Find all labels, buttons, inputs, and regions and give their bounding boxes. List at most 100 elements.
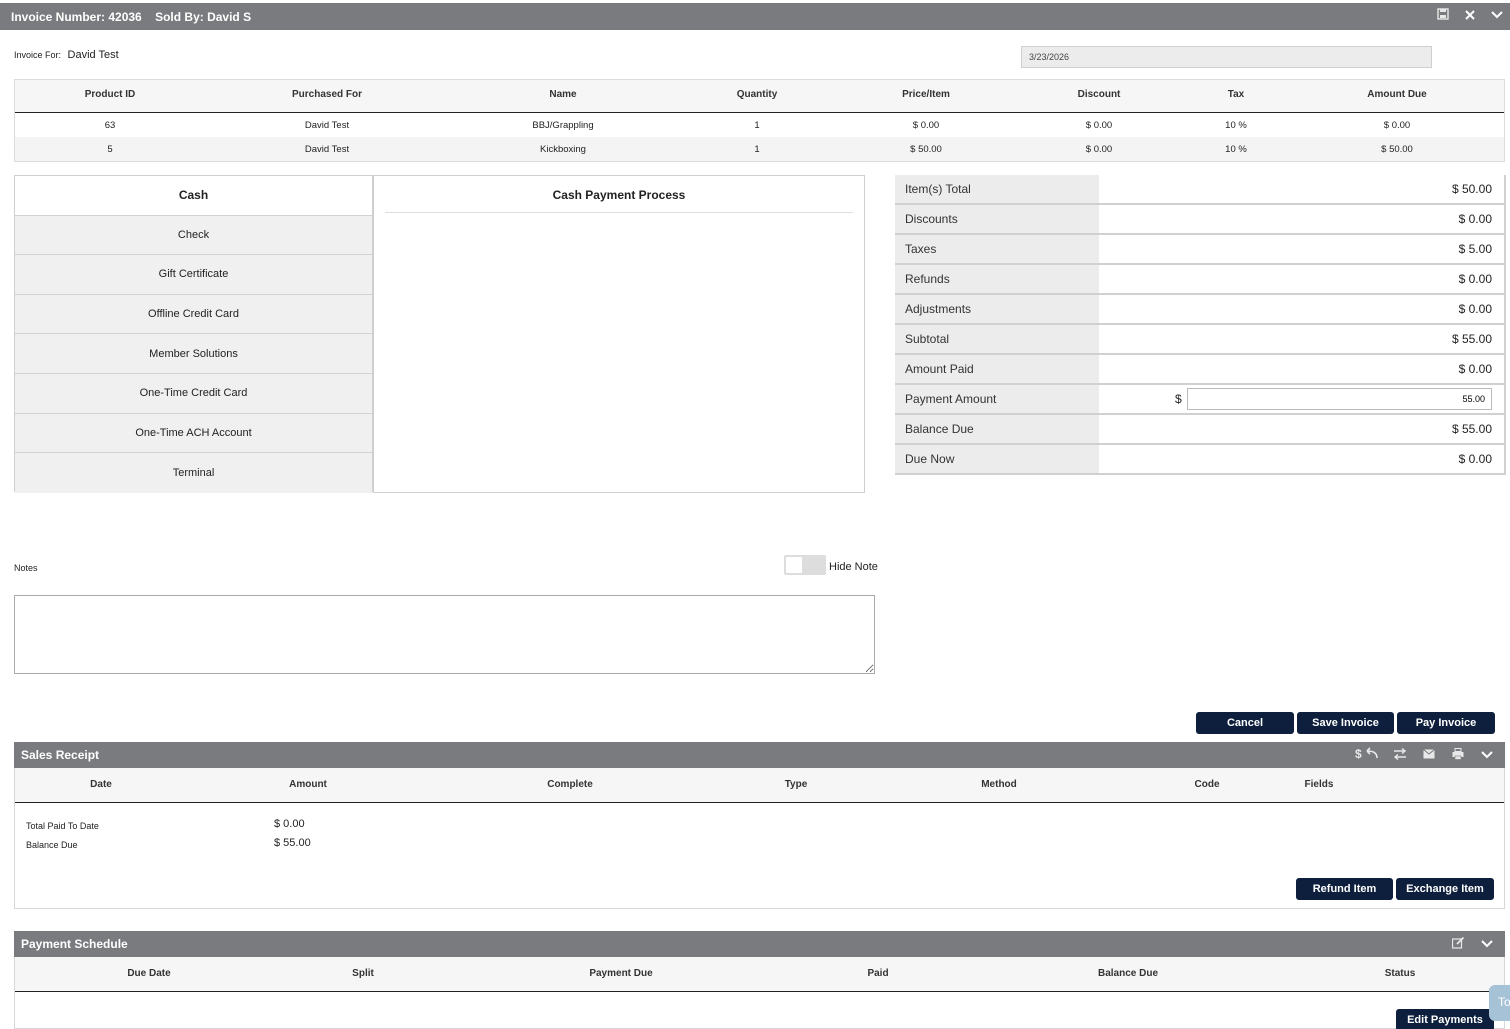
totals-label: Refunds <box>905 272 950 286</box>
column-header[interactable]: Date <box>90 779 112 790</box>
chevron-down-icon[interactable] <box>1489 8 1505 24</box>
totals-value: $ 0.00 <box>1458 212 1492 226</box>
refund-item-button[interactable]: Refund Item <box>1296 878 1393 900</box>
column-header[interactable]: Complete <box>547 779 593 790</box>
payment-schedule-table-header: Due Date Split Payment Due Paid Balance … <box>15 957 1504 992</box>
totals-label: Taxes <box>905 242 937 256</box>
payment-method-member-solutions[interactable]: Member Solutions <box>15 334 372 374</box>
totals-label: Discounts <box>905 212 958 226</box>
print-icon[interactable] <box>1452 748 1464 763</box>
column-header[interactable]: Fields <box>1305 779 1334 790</box>
notes-label: Notes <box>14 563 38 573</box>
table-cell: 5 <box>107 144 113 155</box>
column-header[interactable]: Method <box>981 779 1017 790</box>
notes-textarea[interactable] <box>14 595 875 674</box>
totals-label: Payment Amount <box>905 392 997 406</box>
payment-method-gift-certificate[interactable]: Gift Certificate <box>15 255 372 295</box>
payment-method-cash[interactable]: Cash <box>15 176 372 216</box>
totals-value: $ 0.00 <box>1458 452 1492 466</box>
payment-method-one-time-credit-card[interactable]: One-Time Credit Card <box>15 373 372 414</box>
totals-value: $ 0.00 <box>1458 362 1492 376</box>
totals-value: $ 50.00 <box>1451 182 1492 196</box>
column-header[interactable]: Discount <box>1078 89 1121 100</box>
items-table: Product ID Purchased For Name Quantity P… <box>14 79 1505 162</box>
table-cell: 1 <box>754 120 760 131</box>
invoice-for-label: Invoice For: <box>14 50 62 60</box>
exchange-icon[interactable] <box>1393 747 1407 763</box>
totals-row-adjustments: Adjustments $ 0.00 <box>895 295 1506 325</box>
close-icon[interactable] <box>1462 8 1478 24</box>
column-header[interactable]: Name <box>549 89 576 100</box>
column-header[interactable]: Price/Item <box>902 89 950 100</box>
payment-method-offline-credit-card[interactable]: Offline Credit Card <box>15 294 372 335</box>
column-header[interactable]: Purchased For <box>292 89 362 100</box>
totals-row-refunds: Refunds $ 0.00 <box>895 265 1506 295</box>
table-cell: $ 0.00 <box>1085 120 1113 131</box>
currency-symbol: $ <box>1175 392 1182 406</box>
totals-label: Subtotal <box>905 332 950 346</box>
email-icon[interactable] <box>1423 749 1435 762</box>
column-header[interactable]: Status <box>1385 968 1416 979</box>
column-header[interactable]: Code <box>1195 779 1220 790</box>
table-cell: Kickboxing <box>540 144 586 155</box>
column-header[interactable]: Tax <box>1228 89 1245 100</box>
balance-due-label: Balance Due <box>26 840 78 850</box>
table-row[interactable]: 63 David Test BBJ/Grappling 1 $ 0.00 $ 0… <box>15 113 1504 137</box>
payment-method-check[interactable]: Check <box>15 215 372 256</box>
column-header[interactable]: Due Date <box>127 968 170 979</box>
totals-label: Item(s) Total <box>905 182 971 196</box>
payment-schedule-header: Payment Schedule <box>14 931 1505 957</box>
table-row[interactable]: 5 David Test Kickboxing 1 $ 50.00 $ 0.00… <box>15 137 1504 161</box>
table-cell: 1 <box>754 144 760 155</box>
exchange-item-button[interactable]: Exchange Item <box>1396 878 1494 900</box>
payment-method-one-time-ach-account[interactable]: One-Time ACH Account <box>15 413 372 454</box>
column-header[interactable]: Paid <box>867 968 888 979</box>
items-table-header: Product ID Purchased For Name Quantity P… <box>15 80 1504 113</box>
chevron-down-icon[interactable] <box>1481 750 1493 763</box>
total-paid-value: $ 0.00 <box>274 818 305 830</box>
pay-invoice-button[interactable]: Pay Invoice <box>1397 712 1495 734</box>
invoice-title-bar: Invoice Number: 42036 Sold By: David S <box>0 3 1510 30</box>
save-invoice-button[interactable]: Save Invoice <box>1297 712 1394 734</box>
column-header[interactable]: Split <box>352 968 374 979</box>
table-cell: $ 0.00 <box>912 120 940 131</box>
invoice-date-field[interactable]: 3/23/2026 <box>1021 46 1432 68</box>
corner-help-tab[interactable]: To <box>1489 985 1510 1021</box>
chevron-down-icon[interactable] <box>1481 939 1493 952</box>
hide-note-toggle[interactable] <box>784 555 826 575</box>
invoice-title: Invoice Number: 42036 Sold By: David S <box>11 10 261 24</box>
edit-payments-button[interactable]: Edit Payments <box>1396 1009 1494 1029</box>
column-header[interactable]: Balance Due <box>1098 968 1158 979</box>
column-header[interactable]: Amount Due <box>1367 89 1426 100</box>
column-header[interactable]: Quantity <box>737 89 778 100</box>
edit-icon[interactable] <box>1451 936 1465 952</box>
totals-value: $ 55.00 <box>1451 332 1492 346</box>
cancel-button[interactable]: Cancel <box>1196 712 1294 734</box>
payment-method-list: Cash Check Gift Certificate Offline Cred… <box>14 175 373 493</box>
sales-receipt-table-header: Date Amount Complete Type Method Code Fi… <box>15 768 1504 803</box>
payment-amount-input[interactable] <box>1187 388 1492 410</box>
table-cell: 10 % <box>1225 120 1247 131</box>
totals-label: Due Now <box>905 452 955 466</box>
column-header[interactable]: Amount <box>289 779 327 790</box>
table-cell: $ 0.00 <box>1085 144 1113 155</box>
refund-money-icon[interactable]: $ <box>1355 747 1379 764</box>
sales-receipt-body: Date Amount Complete Type Method Code Fi… <box>14 768 1505 909</box>
column-header[interactable]: Type <box>785 779 808 790</box>
table-cell: BBJ/Grappling <box>532 120 594 131</box>
payment-method-terminal[interactable]: Terminal <box>15 453 372 493</box>
sold-by: Sold By: David S <box>155 10 252 24</box>
balance-due-value: $ 55.00 <box>274 837 311 849</box>
payment-schedule-body: Due Date Split Payment Due Paid Balance … <box>14 957 1505 1029</box>
totals-label: Amount Paid <box>905 362 974 376</box>
column-header[interactable]: Payment Due <box>589 968 652 979</box>
payment-process-panel: Cash Payment Process <box>373 175 865 493</box>
table-cell: David Test <box>304 144 350 155</box>
totals-value: $ 0.00 <box>1458 272 1492 286</box>
totals-row-items-total: Item(s) Total $ 50.00 <box>895 175 1506 205</box>
table-cell: $ 50.00 <box>1381 144 1413 155</box>
toggle-knob <box>786 557 802 573</box>
save-icon[interactable] <box>1435 8 1451 24</box>
column-header[interactable]: Product ID <box>85 89 136 100</box>
table-cell: $ 0.00 <box>1383 120 1411 131</box>
